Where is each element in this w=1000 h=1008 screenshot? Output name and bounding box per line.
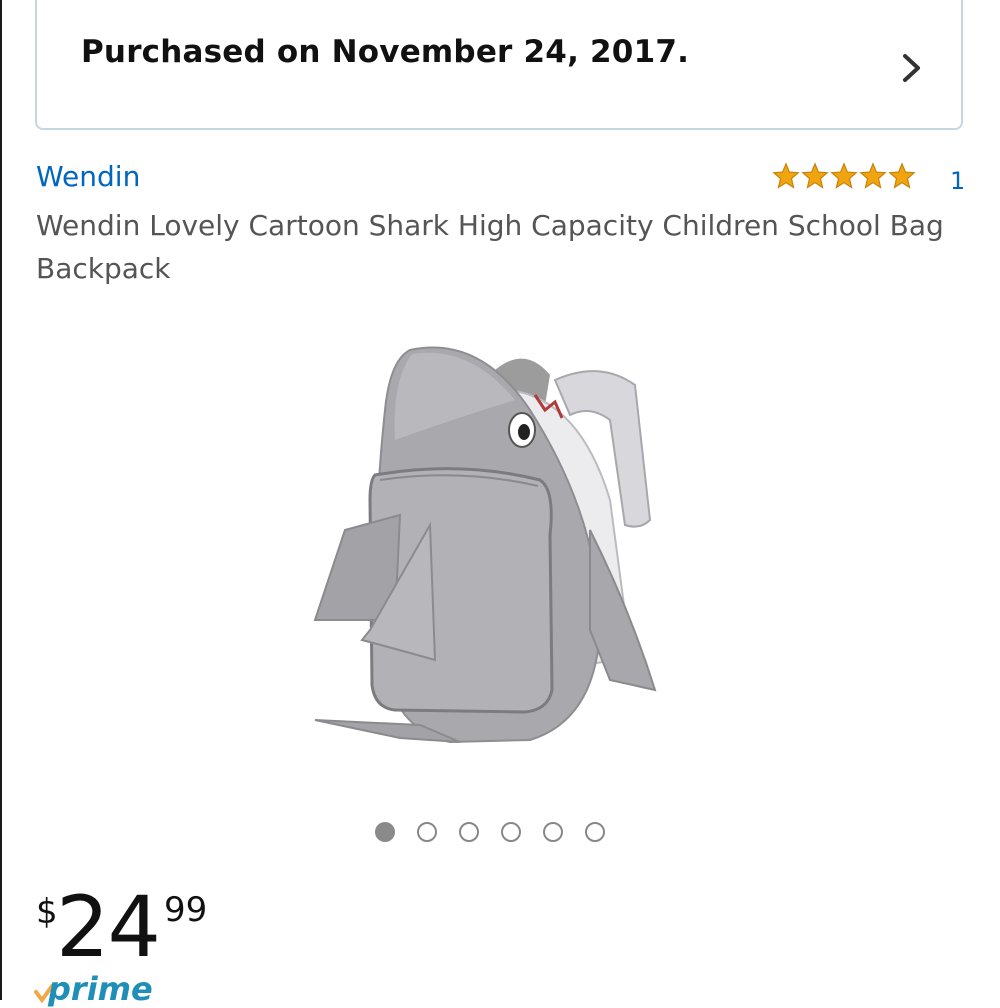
price-fraction: 99 bbox=[164, 890, 208, 930]
star-icon bbox=[830, 162, 858, 189]
shark-backpack-image[interactable] bbox=[300, 330, 680, 760]
prime-label: prime bbox=[48, 970, 153, 1008]
brand-link[interactable]: Wendin bbox=[36, 160, 140, 193]
price-whole: 24 bbox=[56, 878, 161, 976]
carousel-dot-1[interactable] bbox=[375, 822, 395, 842]
price-currency-symbol: $ bbox=[36, 892, 58, 932]
star-icon bbox=[859, 162, 887, 189]
star-icon bbox=[801, 162, 829, 189]
star-icon bbox=[772, 162, 800, 189]
carousel-dot-4[interactable] bbox=[501, 822, 521, 842]
star-icon bbox=[888, 162, 916, 189]
image-carousel-dots bbox=[375, 822, 605, 842]
product-title: Wendin Lovely Cartoon Shark High Capacit… bbox=[36, 209, 944, 285]
prime-badge: prime bbox=[34, 968, 174, 1008]
rating-count[interactable]: 1 bbox=[950, 167, 965, 195]
star-rating[interactable] bbox=[772, 162, 916, 190]
carousel-dot-2[interactable] bbox=[417, 822, 437, 842]
purchase-history-banner[interactable]: Purchased on November 24, 2017. bbox=[35, 0, 963, 130]
carousel-dot-5[interactable] bbox=[543, 822, 563, 842]
purchase-date-text: Purchased on November 24, 2017. bbox=[81, 34, 690, 70]
chevron-right-icon bbox=[903, 54, 920, 82]
carousel-dot-6[interactable] bbox=[585, 822, 605, 842]
carousel-dot-3[interactable] bbox=[459, 822, 479, 842]
screen-edge bbox=[0, 0, 2, 1000]
